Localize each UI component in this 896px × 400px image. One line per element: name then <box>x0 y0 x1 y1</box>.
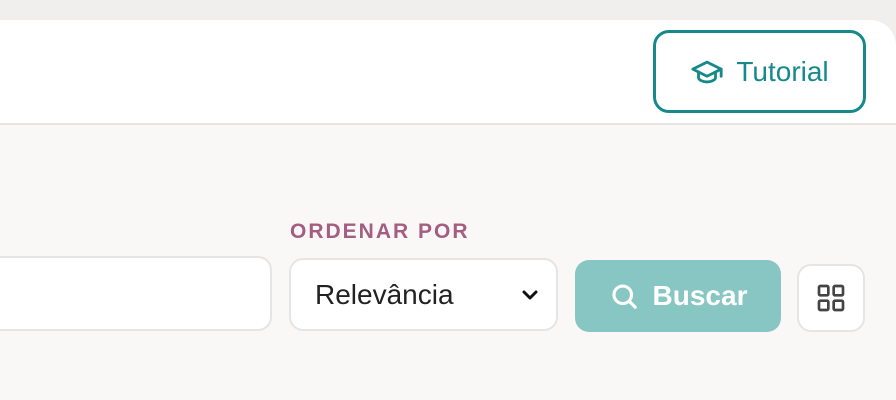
view-toggle-button[interactable] <box>797 264 865 332</box>
tutorial-button[interactable]: Tutorial <box>653 30 866 113</box>
main-card: Tutorial ORDENAR POR Relevância Buscar <box>0 20 896 400</box>
tutorial-button-label: Tutorial <box>736 55 829 87</box>
search-input[interactable] <box>0 256 272 331</box>
search-button-label: Buscar <box>652 280 748 311</box>
chevron-down-icon <box>518 283 542 307</box>
page-header: Tutorial <box>0 20 896 125</box>
graduation-cap-icon <box>690 55 724 89</box>
grid-view-icon <box>815 282 847 314</box>
search-button[interactable]: Buscar <box>575 260 781 332</box>
sort-select[interactable]: Relevância <box>289 258 558 331</box>
sort-label: ORDENAR POR <box>290 220 470 243</box>
search-icon <box>609 281 639 311</box>
sort-select-value: Relevância <box>315 278 454 310</box>
